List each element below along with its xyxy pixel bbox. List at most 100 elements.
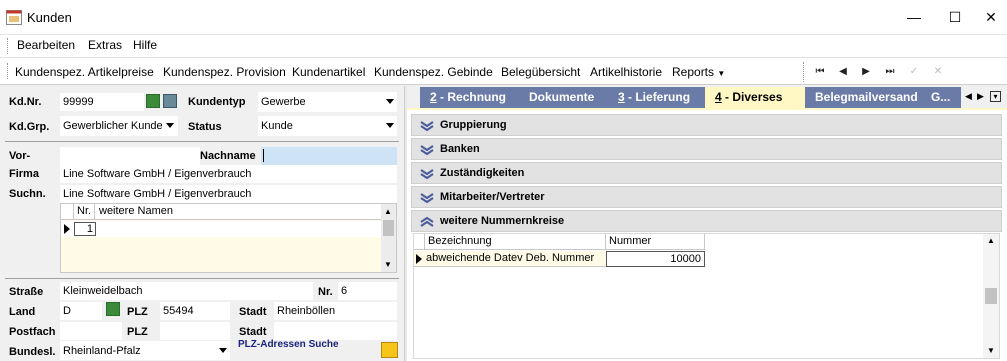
tab-g[interactable]: G... — [925, 87, 961, 108]
toolbar-reports[interactable]: Reports ▼ — [672, 65, 725, 79]
section-banken[interactable]: Banken — [411, 138, 1002, 160]
kdgrp-select[interactable]: Gewerblicher Kunde — [60, 116, 178, 136]
section-gruppierung-label: Gruppierung — [440, 119, 507, 131]
section-weitere-nummernkreise-label: weitere Nummernkreise — [440, 215, 565, 227]
land-lookup-icon[interactable] — [106, 302, 120, 316]
toolbar-kundenspez-artikelpreise[interactable]: Kundenspez. Artikelpreise — [15, 65, 154, 79]
prev-record-icon[interactable]: ◀ — [835, 64, 851, 80]
row-indicator-icon — [416, 254, 422, 264]
kdnr-field[interactable]: 99999 — [60, 93, 144, 111]
stadt2-field[interactable] — [274, 322, 397, 340]
toolbar-kundenspez-provision[interactable]: Kundenspez. Provision — [163, 65, 286, 79]
table-row[interactable]: 1 — [61, 221, 381, 237]
land-field[interactable]: D — [60, 302, 102, 320]
scroll-down-icon[interactable]: ▼ — [987, 346, 995, 355]
post-horn-icon[interactable] — [381, 342, 398, 358]
hausnummer-field[interactable]: 6 — [338, 282, 397, 300]
confirm-icon[interactable]: ✓ — [906, 64, 922, 80]
tab-dokumente-label: Dokumente — [529, 90, 595, 104]
plz2-field[interactable] — [160, 322, 230, 340]
column-header-nummer[interactable]: Nummer — [606, 234, 705, 250]
menu-bearbeiten[interactable]: Bearbeiten — [17, 38, 75, 52]
toolbar-artikelhistorie[interactable]: Artikelhistorie — [590, 65, 662, 79]
bezeichnung-cell[interactable]: abweichende Datev Deb. Nummer — [426, 252, 594, 264]
tab-rechnung[interactable]: 2 - Rechnung — [420, 87, 519, 108]
title-bar: Kunden — ☐ ✕ — [0, 0, 1007, 35]
expand-chevron-icon — [420, 169, 434, 180]
toolbar-grip — [7, 63, 9, 79]
nachname-field[interactable] — [261, 147, 397, 165]
column-header-bezeichnung[interactable]: Bezeichnung — [424, 234, 606, 250]
tab-scroll-right-icon[interactable]: ▶ — [977, 91, 984, 102]
section-mitarbeiter-vertreter[interactable]: Mitarbeiter/Vertreter — [411, 186, 1002, 208]
scroll-up-icon[interactable]: ▲ — [384, 207, 392, 216]
section-gruppierung[interactable]: Gruppierung — [411, 114, 1002, 136]
bundesland-select[interactable]: Rheinland-Pfalz — [60, 341, 230, 360]
menu-extras[interactable]: Extras — [88, 38, 122, 52]
kdnr-label: Kd.Nr. — [9, 96, 42, 108]
plz-field[interactable]: 55494 — [160, 302, 230, 320]
dropdown-arrow-icon — [386, 123, 394, 128]
kundentyp-select[interactable]: Gewerbe — [258, 92, 397, 112]
maximize-icon[interactable]: ☐ — [940, 6, 970, 28]
minimize-icon[interactable]: — — [899, 6, 929, 28]
section-mitarbeiter-vertreter-label: Mitarbeiter/Vertreter — [440, 191, 545, 203]
cancel-icon[interactable]: ✕ — [930, 64, 946, 80]
strasse-field[interactable]: Kleinweidelbach — [60, 282, 313, 300]
nr-label: Nr. — [318, 286, 333, 298]
status-value: Kunde — [261, 120, 293, 132]
expand-chevron-icon — [420, 145, 434, 156]
suchn-label: Suchn. — [9, 188, 46, 200]
names-grid-scrollbar[interactable]: ▲ ▼ — [381, 204, 396, 272]
dropdown-arrow-icon — [166, 123, 174, 128]
names-grid-header: Nr. weitere Namen — [61, 204, 381, 220]
toolbar-separator — [803, 62, 804, 82]
postfach-field[interactable] — [60, 322, 122, 340]
next-number-icon[interactable] — [163, 94, 177, 108]
tab-scroll-left-icon[interactable]: ◀ — [965, 91, 972, 102]
last-record-icon[interactable]: ⏭ — [882, 64, 898, 80]
text-cursor — [263, 149, 264, 162]
section-banken-label: Banken — [440, 143, 480, 155]
scroll-up-icon[interactable]: ▲ — [987, 236, 995, 245]
toolbar-kundenspez-gebinde[interactable]: Kundenspez. Gebinde — [374, 65, 493, 79]
names-grid: Nr. weitere Namen 1 ▲ ▼ — [60, 203, 397, 273]
section-weitere-nummernkreise[interactable]: weitere Nummernkreise — [411, 210, 1002, 232]
tab-lieferung-label: - Lieferung — [624, 90, 691, 104]
scroll-thumb[interactable] — [383, 220, 394, 236]
suchname-field[interactable]: Line Software GmbH / Eigenverbrauch — [60, 185, 397, 203]
app-icon — [6, 10, 22, 25]
tab-dokumente[interactable]: Dokumente — [519, 87, 608, 108]
toolbar-belegubersicht[interactable]: Belegübersicht — [501, 65, 580, 79]
tab-belegmailversand[interactable]: Belegmailversand — [805, 87, 925, 108]
column-header-nr[interactable]: Nr. — [73, 204, 95, 220]
tab-diverses[interactable]: 4 - Diverses — [705, 87, 805, 108]
separator — [5, 141, 399, 142]
menu-hilfe[interactable]: Hilfe — [133, 38, 157, 52]
plz-search-link[interactable]: PLZ-Adressen Suche — [238, 339, 339, 350]
stadt-field[interactable]: Rheinböllen — [274, 302, 397, 320]
calculator-icon[interactable] — [146, 94, 160, 108]
section-zustandigkeiten[interactable]: Zuständigkeiten — [411, 162, 1002, 184]
toolbar-kundenartikel[interactable]: Kundenartikel — [292, 65, 365, 79]
scroll-down-icon[interactable]: ▼ — [384, 260, 392, 269]
nr-cell[interactable]: 1 — [74, 222, 96, 236]
status-select[interactable]: Kunde — [258, 116, 397, 136]
scroll-thumb[interactable] — [985, 288, 997, 304]
window-title: Kunden — [27, 10, 72, 25]
nummer-cell[interactable]: 10000 — [606, 251, 705, 267]
vor-label: Vor- — [9, 150, 31, 162]
next-record-icon[interactable]: ▶ — [858, 64, 874, 80]
firma-field[interactable]: Line Software GmbH / Eigenverbrauch — [60, 165, 397, 183]
table-row[interactable]: abweichende Datev Deb. Nummer 10000 — [414, 251, 705, 267]
first-record-icon[interactable]: ⏮ — [812, 64, 828, 80]
plz-label: PLZ — [127, 306, 148, 318]
tab-lieferung[interactable]: 3 - Lieferung — [608, 87, 705, 108]
close-icon[interactable]: ✕ — [976, 6, 1006, 28]
vorname-field[interactable] — [60, 147, 200, 165]
dropdown-arrow-icon: ▼ — [717, 69, 726, 78]
nummernkreise-scrollbar[interactable]: ▲ ▼ — [983, 234, 999, 358]
column-header-weitere-namen[interactable]: weitere Namen — [99, 204, 173, 219]
tab-list-icon[interactable]: ▾ — [990, 91, 1001, 102]
tab-belegmailversand-label: Belegmailversand — [815, 90, 918, 104]
